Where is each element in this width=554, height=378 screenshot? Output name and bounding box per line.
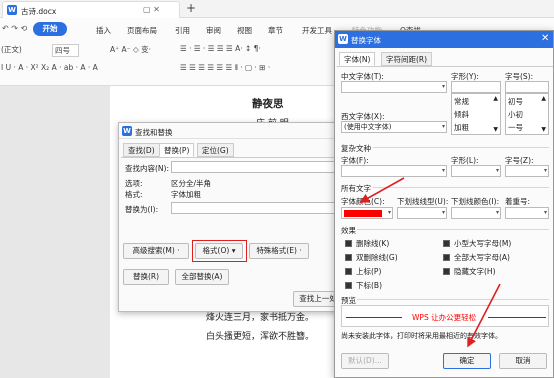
arrow-to-ok-button — [467, 283, 501, 348]
annotation-arrows — [359, 177, 501, 348]
arrow-to-font-color — [359, 177, 405, 203]
